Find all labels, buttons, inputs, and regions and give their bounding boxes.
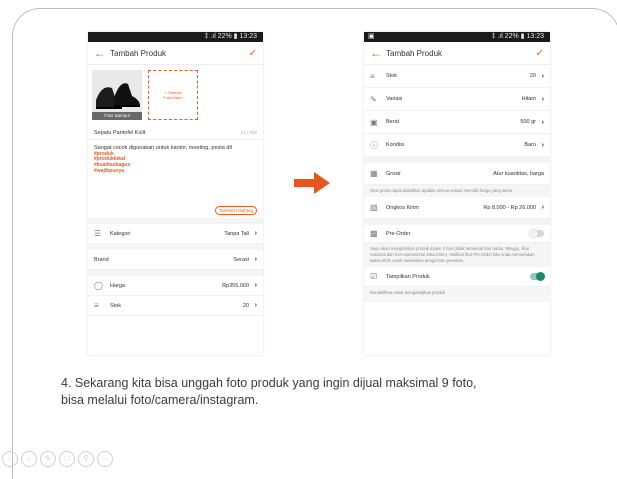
page-title: Tambah Produk bbox=[386, 48, 443, 58]
more-icon[interactable]: ⋯ bbox=[97, 451, 113, 467]
copy-icon[interactable]: □ bbox=[59, 451, 75, 467]
product-name-value: Sepatu Pantofel Kulit bbox=[94, 129, 146, 136]
preorder-toggle[interactable] bbox=[529, 229, 544, 238]
price-tag-icon: ◯ bbox=[94, 281, 103, 290]
add-photo-button[interactable]: + Tambah Foto/Video bbox=[148, 70, 198, 120]
chevron-right-icon: › bbox=[541, 141, 544, 149]
row-harga[interactable]: ◯ Harga Rp355.000 › bbox=[88, 276, 263, 296]
row-value: Rp 8.000 - Rp 26.000 bbox=[483, 204, 536, 211]
wholesale-icon: ▦ bbox=[370, 169, 378, 178]
back-arrow-icon[interactable]: ← bbox=[370, 46, 386, 60]
row-grosir[interactable]: ▦ Grosir Atur kuantitas, harga bbox=[364, 163, 550, 185]
row-label: Brand bbox=[94, 256, 109, 263]
chevron-right-icon: › bbox=[254, 302, 257, 309]
row-berat[interactable]: ▣ Berat 500 gr › bbox=[364, 111, 550, 134]
row-kategori[interactable]: ☰ Kategori Tanpa Tali › bbox=[88, 224, 263, 244]
pen-icon[interactable]: ✎ bbox=[40, 451, 56, 467]
add-photo-label: + Tambah Foto/Video bbox=[163, 90, 183, 100]
display-icon: ☑ bbox=[370, 272, 378, 281]
row-label: Grosir bbox=[386, 170, 401, 177]
calendar-icon: ▩ bbox=[370, 229, 378, 238]
row-value: Atur kuantitas, harga bbox=[493, 170, 544, 177]
check-icon[interactable]: ✓ bbox=[249, 48, 257, 59]
row-stok[interactable]: ≡ Stok 20 › bbox=[88, 296, 263, 316]
cover-label: Foto Sampul bbox=[92, 112, 142, 120]
row-label: Tampilkan Produk bbox=[386, 273, 430, 280]
row-value: Serasi bbox=[233, 256, 249, 263]
notification-icon: ▣ bbox=[368, 33, 375, 40]
row-label: Harga bbox=[110, 282, 125, 289]
row-label: Variasi bbox=[386, 96, 403, 102]
zoom-icon[interactable]: ⚲ bbox=[78, 451, 94, 467]
chevron-right-icon: › bbox=[254, 230, 257, 237]
chevron-right-icon: › bbox=[254, 256, 257, 263]
chevron-right-icon: › bbox=[541, 72, 544, 80]
status-bar: ▣ ‡ .ıl 22% ▮ 13:23 bbox=[364, 32, 550, 42]
status-bar: ‡ .ıl 22% ▮ 13:23 bbox=[88, 32, 263, 42]
row-pre-order: ▩ Pre-Order bbox=[364, 225, 550, 243]
row-label: Berat bbox=[386, 119, 400, 125]
row-label: Stok bbox=[110, 302, 122, 309]
row-brand[interactable]: Brand Serasi › bbox=[88, 250, 263, 270]
app-bar: ← Tambah Produk ✓ bbox=[88, 42, 263, 65]
row-stok[interactable]: ≡ Stok 20 › bbox=[364, 65, 550, 88]
row-label: Stok bbox=[386, 73, 398, 79]
tampilkan-note: Nonaktifkan untuk mengarsipkan produk bbox=[364, 287, 550, 302]
preorder-note: Saya akan mengirimkan produk dalam 2 har… bbox=[364, 243, 550, 267]
description-field[interactable]: Sangat cocok digunakan untuk kantor, mee… bbox=[88, 140, 263, 202]
next-icon[interactable]: › bbox=[21, 451, 37, 467]
chevron-right-icon: › bbox=[541, 204, 544, 211]
caption-line-1: 4. Sekarang kita bisa unggah foto produk… bbox=[61, 376, 477, 390]
hashtag-list: #produk #produklokal #kualitasbagus #waj… bbox=[94, 151, 257, 175]
row-value: Tanpa Tali bbox=[224, 230, 249, 237]
caption-line-2: bisa melalui foto/camera/instagram. bbox=[61, 393, 259, 407]
chevron-right-icon: › bbox=[254, 282, 257, 289]
row-label: Kondisi bbox=[386, 142, 405, 148]
list-icon: ☰ bbox=[94, 229, 102, 238]
chevron-right-icon: › bbox=[541, 95, 544, 103]
row-label: Ongkos Kirim bbox=[386, 204, 420, 211]
row-kondisi[interactable]: ⓘ Kondisi Baru › bbox=[364, 134, 550, 157]
add-hashtag-button[interactable]: Tambah Hashtag bbox=[214, 205, 257, 215]
info-icon: ⓘ bbox=[370, 140, 378, 150]
status-text: ‡ .ıl 22% ▮ 13:23 bbox=[491, 33, 545, 40]
row-tampilkan-produk: ☑ Tampilkan Produk bbox=[364, 267, 550, 287]
name-char-count: 21 / 100 bbox=[240, 130, 257, 135]
row-label: Kategori bbox=[110, 230, 131, 237]
hashtag-button-row: Tambah Hashtag bbox=[88, 202, 263, 218]
row-value: Rp355.000 bbox=[222, 282, 249, 289]
tampilkan-toggle[interactable] bbox=[530, 272, 545, 281]
row-value: Hitam bbox=[521, 96, 536, 102]
stack-icon: ≡ bbox=[370, 71, 375, 81]
right-arrow-icon bbox=[294, 172, 330, 194]
edit-icon: ✎ bbox=[370, 94, 377, 104]
row-value: Baru bbox=[524, 142, 536, 148]
row-label: Pre-Order bbox=[386, 230, 411, 237]
scale-icon: ▣ bbox=[370, 117, 378, 127]
page-title: Tambah Produk bbox=[110, 48, 167, 58]
hashtag-item: #wajibpunya bbox=[94, 167, 125, 174]
caption-text: 4. Sekarang kita bisa unggah foto produk… bbox=[61, 375, 581, 409]
photo-area: Foto Sampul + Tambah Foto/Video bbox=[88, 65, 263, 126]
presentation-toolbar: ‹ › ✎ □ ⚲ ⋯ bbox=[2, 451, 113, 467]
phone-screenshot-left: ‡ .ıl 22% ▮ 13:23 ← Tambah Produk ✓ Foto… bbox=[88, 32, 263, 355]
product-name-field[interactable]: Sepatu Pantofel Kulit 21 / 100 bbox=[88, 126, 263, 140]
app-bar: ← Tambah Produk ✓ bbox=[364, 42, 550, 65]
stack-icon: ≡ bbox=[94, 301, 99, 310]
truck-icon: ▧ bbox=[370, 203, 378, 212]
chevron-right-icon: › bbox=[541, 118, 544, 126]
phone-screenshot-right: ▣ ‡ .ıl 22% ▮ 13:23 ← Tambah Produk ✓ ≡ … bbox=[364, 32, 550, 355]
row-ongkos-kirim[interactable]: ▧ Ongkos Kirim Rp 8.000 - Rp 26.000 › bbox=[364, 197, 550, 219]
grosir-note: Opsi grosir dapat diaktifkan apabila sem… bbox=[364, 185, 550, 197]
row-value: 500 gr bbox=[520, 119, 536, 125]
prev-icon[interactable]: ‹ bbox=[2, 451, 18, 467]
row-variasi[interactable]: ✎ Variasi Hitam › bbox=[364, 88, 550, 111]
cover-photo[interactable]: Foto Sampul bbox=[92, 70, 142, 120]
check-icon[interactable]: ✓ bbox=[536, 48, 544, 59]
back-arrow-icon[interactable]: ← bbox=[94, 46, 110, 60]
